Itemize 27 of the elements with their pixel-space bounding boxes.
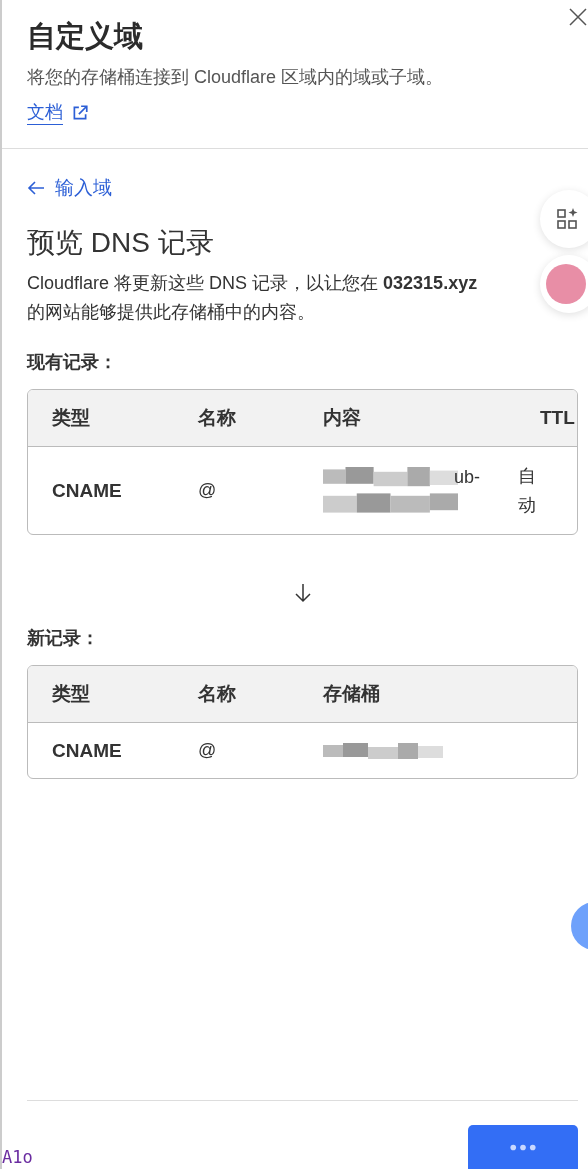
column-header: 类型 xyxy=(51,406,91,430)
back-link[interactable]: 输入域 xyxy=(27,175,112,201)
table-cell-text: CNAME xyxy=(51,739,123,762)
column-header: 名称 xyxy=(197,406,237,430)
column-header: 存储桶 xyxy=(322,682,381,706)
table-cell-text: 自动 xyxy=(517,464,536,517)
column-header: 名称 xyxy=(197,682,237,706)
records-label: 新记录： xyxy=(27,627,100,650)
panel-title: 自定义域 xyxy=(27,19,144,54)
down-arrow-icon xyxy=(295,583,311,603)
panel-subtitle: 将您的存储桶连接到 Cloudflare 区域内的域或子域。 xyxy=(27,66,445,89)
external-link-icon[interactable] xyxy=(71,103,89,122)
table-cell-text: @ xyxy=(197,740,218,761)
table-cell-text: @ xyxy=(197,480,218,501)
description-text: Cloudflare 将更新这些 DNS 记录，以让您在 032315.xyz 的网站能够提供此存储桶中的内容。 xyxy=(27,272,479,324)
table-cell: ub- xyxy=(454,466,480,487)
close-icon[interactable] xyxy=(568,7,588,27)
corner-text: A1o xyxy=(2,1147,33,1167)
section-heading: 预览 DNS 记录 xyxy=(27,226,215,260)
docs-link[interactable]: 文档 xyxy=(27,100,63,125)
table-cell-text: CNAME xyxy=(51,479,123,502)
column-header: 内容 xyxy=(322,406,362,430)
left-arrow-icon[interactable] xyxy=(27,181,45,195)
column-header: TTL xyxy=(539,407,576,429)
records-label: 现有记录： xyxy=(27,351,118,374)
apps-sparkle-icon[interactable] xyxy=(540,190,588,248)
column-header: 类型 xyxy=(51,682,91,706)
